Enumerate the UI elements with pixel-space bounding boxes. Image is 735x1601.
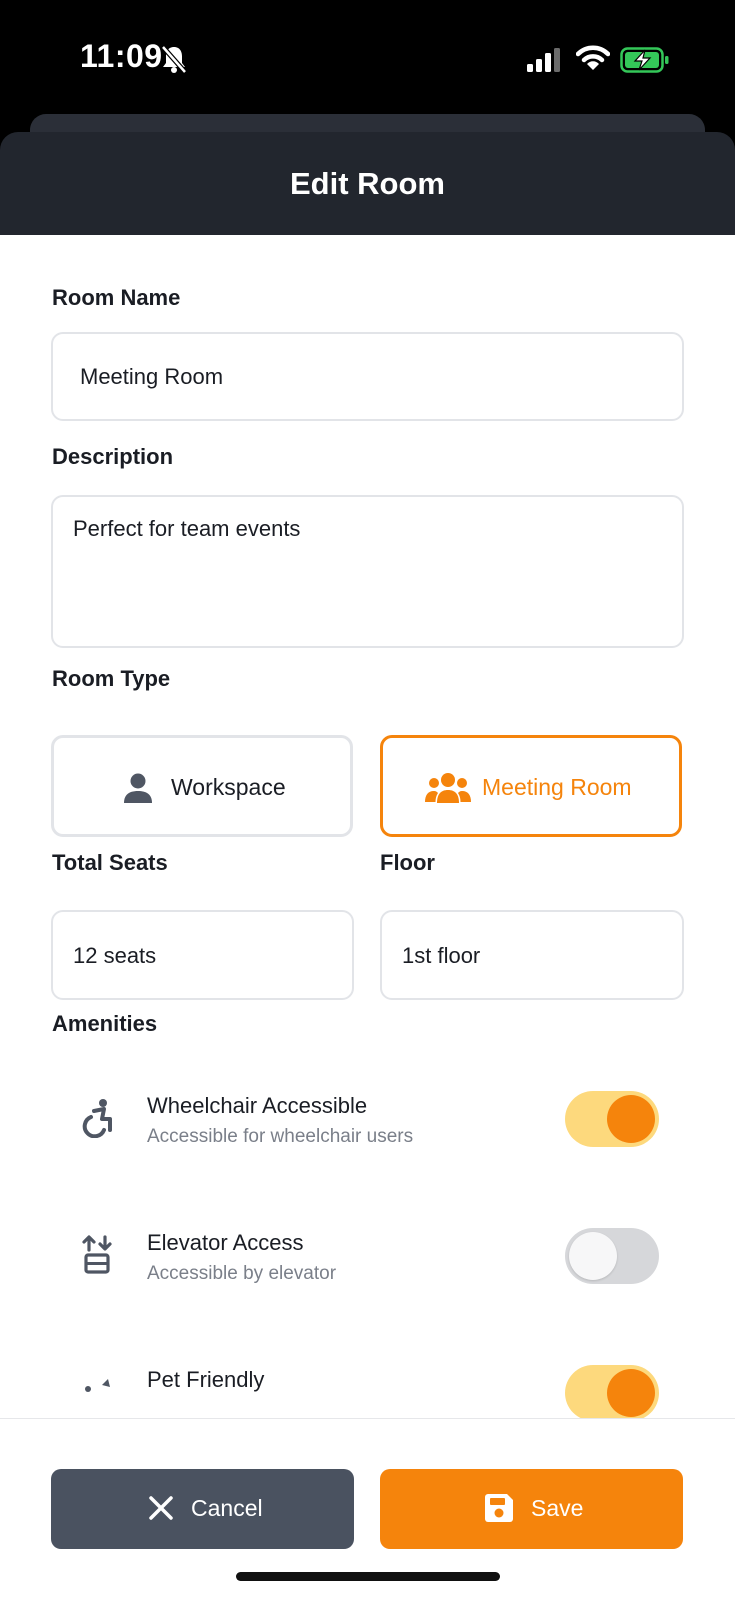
- room-name-input[interactable]: Meeting Room: [51, 332, 684, 421]
- sheet-header: Edit Room: [0, 132, 735, 235]
- amenity-description: Accessible for wheelchair users: [147, 1126, 414, 1147]
- form-content: Room Name Meeting Room Description Perfe…: [0, 235, 735, 1600]
- wifi-icon: [576, 45, 610, 70]
- cancel-button[interactable]: Cancel: [51, 1469, 354, 1549]
- toggle-knob: [607, 1095, 655, 1143]
- page-title: Edit Room: [290, 166, 445, 201]
- total-seats-value: 12 seats: [73, 943, 157, 968]
- status-bar: 11:09: [0, 0, 735, 120]
- home-indicator: [236, 1572, 500, 1581]
- pet-friendly-toggle[interactable]: [565, 1365, 659, 1421]
- floor-value: 1st floor: [402, 943, 481, 968]
- amenity-title: Pet Friendly: [147, 1367, 265, 1392]
- elevator-access-toggle[interactable]: [565, 1228, 659, 1284]
- room-type-workspace-label: Workspace: [171, 774, 286, 800]
- description-label: Description: [52, 444, 174, 469]
- amenities-label: Amenities: [52, 1011, 158, 1036]
- room-name-label: Room Name: [52, 285, 181, 310]
- total-seats-label: Total Seats: [52, 850, 168, 875]
- battery-charging-icon: [620, 47, 669, 73]
- elevator-icon: [82, 1235, 112, 1274]
- floor-input[interactable]: 1st floor: [380, 910, 684, 1000]
- pet-icon: [85, 1379, 110, 1392]
- close-icon: [149, 1496, 173, 1520]
- status-time: 11:09: [80, 38, 163, 74]
- person-icon: [124, 773, 152, 803]
- room-type-meeting-room-label: Meeting Room: [482, 774, 632, 800]
- save-button[interactable]: Save: [380, 1469, 683, 1549]
- description-textarea[interactable]: Perfect for team events: [51, 495, 684, 648]
- room-type-workspace-option[interactable]: Workspace: [51, 735, 353, 837]
- amenity-title: Elevator Access: [147, 1230, 304, 1255]
- footer-actions: Cancel Save: [0, 1418, 735, 1601]
- description-value: Perfect for team events: [73, 516, 301, 541]
- save-icon: [485, 1494, 513, 1522]
- wheelchair-icon: [82, 1099, 112, 1138]
- room-type-label: Room Type: [52, 666, 171, 691]
- amenity-title: Wheelchair Accessible: [147, 1093, 368, 1118]
- save-button-label: Save: [531, 1495, 584, 1521]
- toggle-knob: [607, 1369, 655, 1417]
- toggle-knob: [569, 1232, 617, 1280]
- room-name-value: Meeting Room: [80, 364, 224, 389]
- cellular-signal-icon: [527, 48, 560, 72]
- room-type-meeting-room-option[interactable]: Meeting Room: [380, 735, 682, 837]
- total-seats-input[interactable]: 12 seats: [51, 910, 354, 1000]
- bell-muted-icon: [161, 45, 187, 74]
- amenity-description: Accessible by elevator: [147, 1263, 337, 1284]
- group-icon: [425, 773, 471, 803]
- floor-label: Floor: [380, 850, 435, 875]
- cancel-button-label: Cancel: [191, 1495, 263, 1521]
- wheelchair-accessible-toggle[interactable]: [565, 1091, 659, 1147]
